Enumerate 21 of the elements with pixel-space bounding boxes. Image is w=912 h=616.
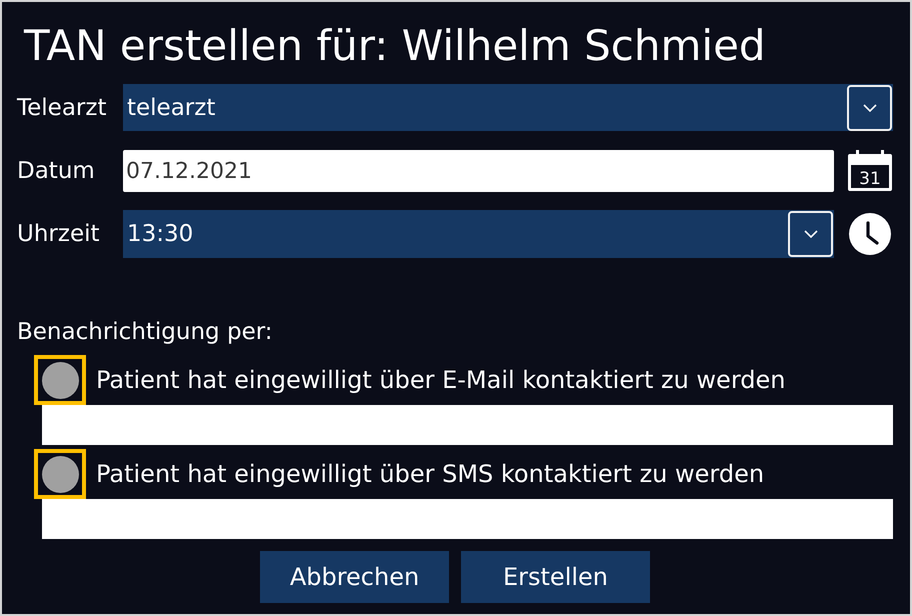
field-label: Uhrzeit: [17, 220, 100, 248]
date-field[interactable]: 07.12.2021: [123, 150, 834, 192]
input-field[interactable]: [42, 499, 893, 539]
field-label: Datum: [17, 157, 95, 185]
time-dropdown[interactable]: 13:30: [123, 210, 834, 258]
dropdown-field[interactable]: telearzt: [123, 84, 893, 131]
input-field[interactable]: [42, 405, 893, 445]
dialog-title: TAN erstellen für: Wilhelm Schmied: [24, 20, 766, 72]
section-label: Benachrichtigung per:: [17, 319, 273, 345]
option-label: Patient hat eingewilligt über E-Mail kontaktiert zu werden: [96, 366, 786, 394]
chevron-down-icon: [804, 230, 818, 238]
radio-button[interactable]: [34, 449, 86, 499]
field-label: Telearzt: [17, 94, 106, 122]
dropdown-toggle-button[interactable]: [847, 84, 892, 130]
option-label: Patient hat eingewilligt über SMS kontaktiert zu werden: [96, 460, 764, 488]
dialog-button[interactable]: Erstellen: [461, 551, 650, 603]
clock-icon[interactable]: [849, 213, 891, 255]
dialog-button[interactable]: Abbrechen: [260, 551, 449, 603]
radio-button[interactable]: [34, 355, 86, 405]
dropdown-toggle-button[interactable]: [788, 211, 833, 257]
chevron-down-icon: [862, 104, 876, 112]
